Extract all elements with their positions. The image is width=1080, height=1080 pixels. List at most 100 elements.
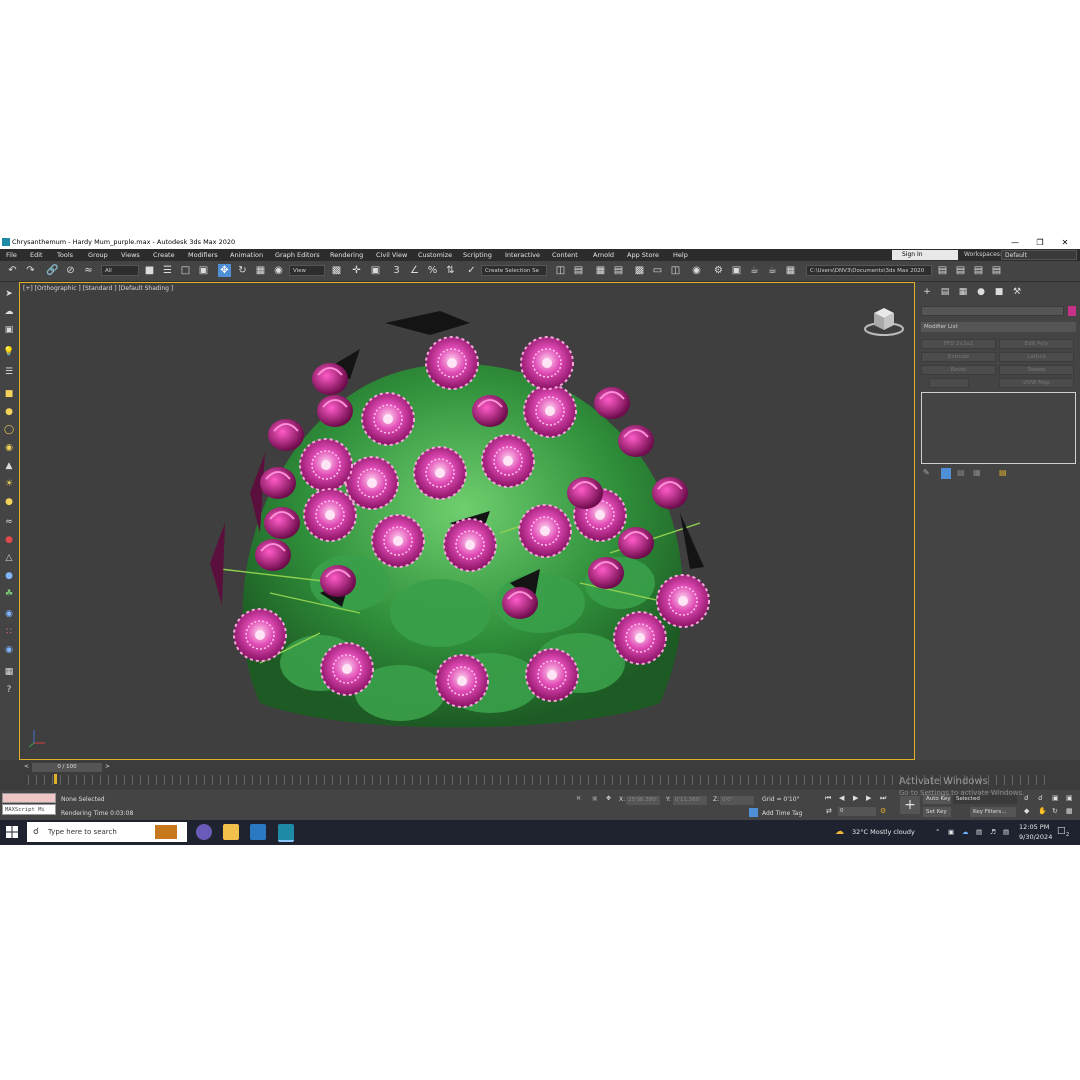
windows-start-icon[interactable] bbox=[6, 826, 18, 838]
object-paint-icon[interactable]: ☁ bbox=[3, 306, 15, 318]
named-selection-set-select[interactable]: Create Selection Se bbox=[481, 265, 547, 276]
y-coord-field[interactable]: 0'11.360' bbox=[673, 796, 707, 805]
populate-icon[interactable]: ▣ bbox=[3, 324, 15, 336]
motion-tab-icon[interactable]: ● bbox=[975, 286, 987, 298]
project-folder-path[interactable]: C:\Users\DNV3\Documents\3ds Max 2020 bbox=[806, 265, 932, 276]
app-taskbar-icon[interactable] bbox=[250, 824, 266, 840]
track-bar[interactable] bbox=[28, 775, 1048, 785]
configure-sets-icon[interactable]: ▤ bbox=[999, 468, 1007, 477]
menu-help[interactable]: Help bbox=[673, 251, 688, 259]
make-unique-icon[interactable]: ▤ bbox=[957, 468, 965, 477]
sun-icon[interactable]: ☀ bbox=[3, 478, 15, 490]
clock-date[interactable]: 9/30/2024 bbox=[1019, 833, 1052, 841]
percent-snap-icon[interactable]: % bbox=[426, 264, 439, 277]
next-frame-icon[interactable]: ▶ bbox=[866, 794, 871, 802]
select-tool-icon[interactable]: ➤ bbox=[3, 288, 15, 300]
create-tab-icon[interactable]: + bbox=[921, 286, 933, 298]
cone-icon[interactable]: ▲ bbox=[3, 460, 15, 472]
edit-poly-button[interactable]: Edit Poly bbox=[999, 339, 1074, 349]
empty-modifier-button[interactable] bbox=[929, 378, 969, 388]
browser-icon[interactable] bbox=[196, 824, 212, 840]
unlink-icon[interactable]: ⊘ bbox=[64, 264, 77, 277]
render-production-icon[interactable]: ☕ bbox=[748, 264, 761, 277]
select-by-name-icon[interactable]: ☰ bbox=[161, 264, 174, 277]
x-coord-field[interactable]: 25'06.380' bbox=[626, 796, 660, 805]
menu-scripting[interactable]: Scripting bbox=[463, 251, 492, 259]
reference-coordinate-select[interactable]: View bbox=[289, 265, 325, 276]
menu-animation[interactable]: Animation bbox=[230, 251, 263, 259]
material-editor-icon[interactable]: ◉ bbox=[690, 264, 703, 277]
set-key-icon[interactable]: + bbox=[900, 796, 920, 814]
mirror-icon[interactable]: ◫ bbox=[554, 264, 567, 277]
box-icon[interactable]: ■ bbox=[3, 388, 15, 400]
keyboard-icon[interactable]: ▤ bbox=[1003, 828, 1009, 836]
maximize-viewport-icon[interactable]: ▦ bbox=[1066, 807, 1073, 815]
spinner-snap-icon[interactable]: ⇅ bbox=[444, 264, 457, 277]
keyboard-shortcut-icon[interactable]: ▣ bbox=[369, 264, 382, 277]
bevel-button[interactable]: Bevel bbox=[921, 365, 996, 375]
weather-icon[interactable]: ☁ bbox=[835, 827, 844, 837]
menu-rendering[interactable]: Rendering bbox=[330, 251, 363, 259]
curve-editor-icon[interactable]: ▭ bbox=[651, 264, 664, 277]
set-project-icon[interactable]: ▤ bbox=[972, 264, 985, 277]
open-file-icon[interactable]: ▤ bbox=[936, 264, 949, 277]
volume-icon[interactable]: ♬ bbox=[990, 828, 996, 836]
menu-file[interactable]: File bbox=[6, 251, 17, 259]
set-key-button[interactable]: Set Key bbox=[923, 807, 951, 817]
menu-edit[interactable]: Edit bbox=[30, 251, 43, 259]
globe-icon[interactable]: ● bbox=[3, 570, 15, 582]
menu-create[interactable]: Create bbox=[153, 251, 175, 259]
link-icon[interactable]: 🔗 bbox=[46, 264, 59, 277]
z-coord-field[interactable]: 0'0" bbox=[720, 796, 754, 805]
flower-bush-model[interactable] bbox=[20, 283, 915, 760]
sweep-button[interactable]: Sweep bbox=[999, 365, 1074, 375]
zoom-icon[interactable]: ☌ bbox=[1024, 794, 1029, 802]
uvw-map-button[interactable]: UVW Map bbox=[999, 378, 1074, 388]
ffd-button[interactable]: FFD 2x2x2 bbox=[921, 339, 996, 349]
time-prev-button[interactable]: < bbox=[24, 763, 29, 770]
menu-views[interactable]: Views bbox=[121, 251, 140, 259]
schematic-view-icon[interactable]: ◫ bbox=[669, 264, 682, 277]
move-icon[interactable]: ✥ bbox=[218, 264, 231, 277]
current-frame-field[interactable]: 0 bbox=[838, 807, 876, 816]
goto-start-icon[interactable]: ⏮ bbox=[825, 794, 831, 803]
pan-icon[interactable]: ✋ bbox=[1038, 807, 1047, 815]
align-icon[interactable]: ▤ bbox=[572, 264, 585, 277]
render-iterative-icon[interactable]: ☕ bbox=[766, 264, 779, 277]
weather-text[interactable]: 32°C Mostly cloudy bbox=[852, 828, 915, 836]
menu-graph-editors[interactable]: Graph Editors bbox=[275, 251, 320, 259]
selection-filter-select[interactable]: All bbox=[101, 265, 139, 276]
select-object-icon[interactable]: ■ bbox=[143, 264, 156, 277]
play-icon[interactable]: ▶ bbox=[853, 794, 858, 802]
file-explorer-icon[interactable] bbox=[223, 824, 239, 840]
render-in-cloud-icon[interactable]: ▦ bbox=[784, 264, 797, 277]
trash-icon[interactable]: ▦ bbox=[3, 666, 15, 678]
lattice-button[interactable]: Lattice bbox=[999, 352, 1074, 362]
light-bulb-icon[interactable]: 💡 bbox=[3, 346, 15, 358]
close-button[interactable]: ✕ bbox=[1052, 236, 1078, 249]
hierarchy-tab-icon[interactable]: ▦ bbox=[957, 286, 969, 298]
key-filters-button[interactable]: Key Filters... bbox=[970, 807, 1016, 817]
menu-app-store[interactable]: App Store bbox=[627, 251, 659, 259]
redo-icon[interactable]: ↷ bbox=[24, 264, 37, 277]
select-manipulate-icon[interactable]: ✛ bbox=[350, 264, 363, 277]
ribbon-toggle-icon[interactable]: ▩ bbox=[633, 264, 646, 277]
helper-icon[interactable]: ◉ bbox=[3, 644, 15, 656]
menu-modifiers[interactable]: Modifiers bbox=[188, 251, 218, 259]
menu-content[interactable]: Content bbox=[552, 251, 578, 259]
show-end-result-icon[interactable] bbox=[941, 468, 951, 479]
menu-group[interactable]: Group bbox=[88, 251, 108, 259]
modifier-stack[interactable] bbox=[921, 392, 1076, 464]
onedrive-icon[interactable]: ☁ bbox=[962, 828, 969, 836]
cylinder-icon[interactable]: ◯ bbox=[3, 424, 15, 436]
absolute-mode-icon[interactable]: ✥ bbox=[606, 795, 611, 802]
orbit-icon[interactable]: ↻ bbox=[1052, 807, 1058, 815]
render-setup-icon[interactable]: ⚙ bbox=[712, 264, 725, 277]
extrude-button[interactable]: Extrude bbox=[921, 352, 996, 362]
pivot-center-icon[interactable]: ▩ bbox=[330, 264, 343, 277]
3ds-max-taskbar-icon[interactable] bbox=[278, 824, 294, 842]
clock-time[interactable]: 12:05 PM bbox=[1019, 823, 1049, 831]
zoom-all-icon[interactable]: ☌ bbox=[1038, 794, 1043, 802]
graphite-icon[interactable]: ☰ bbox=[3, 366, 15, 378]
shapes-icon[interactable]: ● bbox=[3, 534, 15, 546]
